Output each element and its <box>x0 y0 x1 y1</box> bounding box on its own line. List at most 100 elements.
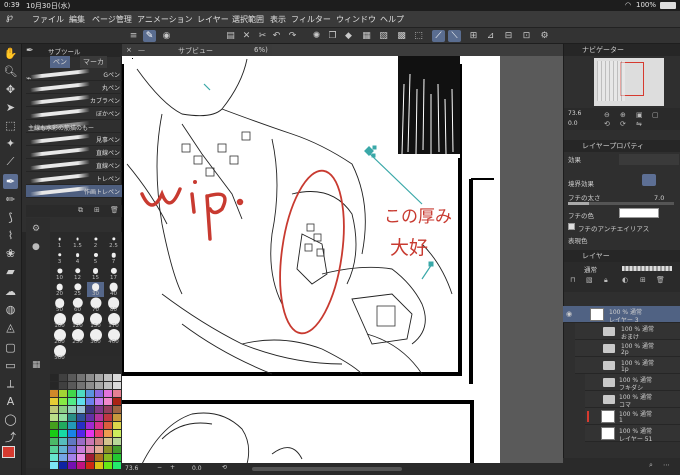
layer-row[interactable]: 100 % 通常 フキダシ <box>585 374 680 392</box>
color-swatch[interactable] <box>104 454 112 461</box>
pen-tool-icon[interactable]: ✒ <box>3 174 18 189</box>
color-swatch[interactable] <box>77 390 85 397</box>
flip-icon[interactable]: ⇋ <box>636 120 642 128</box>
canvas-area[interactable]: この厚み 大好 wip. <box>122 44 563 464</box>
symmetry-icon[interactable]: ⊟ <box>502 30 515 42</box>
layer-row[interactable]: 100 % 通常 1 <box>585 408 680 425</box>
brush-item[interactable]: カブラペン <box>26 94 122 107</box>
color-swatch[interactable] <box>50 422 58 429</box>
layers-icon[interactable]: ▤ <box>224 30 237 42</box>
color-swatch[interactable] <box>68 446 76 453</box>
tab-pen[interactable]: ペン <box>50 56 70 68</box>
brush-size-option[interactable]: 150 <box>87 313 104 329</box>
brush-item[interactable]: Gペン <box>26 68 122 81</box>
blend-mode-select[interactable]: 通常 <box>584 264 597 274</box>
color-swatch[interactable] <box>77 414 85 421</box>
color-swatch[interactable] <box>50 438 58 445</box>
color-swatch[interactable] <box>59 422 67 429</box>
color-swatch[interactable] <box>104 414 112 421</box>
eye-icon[interactable]: ◉ <box>566 310 572 318</box>
hamburger-icon[interactable]: ≡ <box>127 30 140 42</box>
color-swatch[interactable] <box>68 398 76 405</box>
brush-size-option[interactable]: 20 <box>51 282 68 297</box>
menu-help[interactable]: ヘルプ <box>380 14 404 25</box>
color-swatch[interactable] <box>104 382 112 389</box>
color-swatch[interactable] <box>86 390 94 397</box>
eraser-icon[interactable]: ▰ <box>3 264 18 279</box>
color-swatch[interactable] <box>95 430 103 437</box>
color-swatch[interactable] <box>77 438 85 445</box>
operation-icon[interactable]: ➤ <box>3 100 18 115</box>
menu-selection[interactable]: 選択範囲 <box>232 14 264 25</box>
zoom-in-icon[interactable]: + <box>170 464 175 471</box>
lock-icon[interactable]: 🔒︎ <box>604 276 608 285</box>
color-swatch[interactable] <box>104 398 112 405</box>
color-swatch[interactable] <box>59 382 67 389</box>
brush-size-option[interactable]: 250 <box>69 329 86 345</box>
add-subtool-icon[interactable]: ⊞ <box>94 206 100 214</box>
color-swatch[interactable] <box>68 406 76 413</box>
color-swatch[interactable] <box>50 390 58 397</box>
brush-size-option[interactable]: 60 <box>69 297 86 313</box>
color-swatch[interactable] <box>77 462 85 469</box>
color-swatch[interactable] <box>104 438 112 445</box>
color-swatch[interactable] <box>95 406 103 413</box>
spinner-icon[interactable]: ✺ <box>310 30 323 42</box>
hand-icon[interactable]: ✋ <box>3 46 18 61</box>
color-swatch[interactable] <box>95 374 103 381</box>
brush-item[interactable]: 主線も水彩の筋描のもー <box>26 120 122 133</box>
color-swatch[interactable] <box>104 446 112 453</box>
menu-layer[interactable]: レイヤー <box>197 14 229 25</box>
color-swatch[interactable] <box>50 382 58 389</box>
menu-filter[interactable]: フィルター <box>291 14 331 25</box>
color-swatch[interactable] <box>77 374 85 381</box>
layer-row[interactable]: 100 % 通常 レイヤー 51 <box>585 425 680 443</box>
cut-icon[interactable]: ✂ <box>256 30 269 42</box>
layer-row[interactable]: 100 % 通常 コマ <box>585 391 680 409</box>
color-swatch[interactable] <box>86 414 94 421</box>
color-swatch[interactable] <box>50 430 58 437</box>
menu-page[interactable]: ページ管理 <box>92 14 132 25</box>
color-swatch[interactable] <box>113 390 121 397</box>
rotate-icon[interactable]: ⟲ <box>222 464 227 471</box>
move-icon[interactable]: ✥ <box>3 82 18 97</box>
color-swatch[interactable] <box>86 406 94 413</box>
color-swatch[interactable] <box>104 374 112 381</box>
zoom-out-icon[interactable]: ⊖ <box>604 111 610 119</box>
deselect-icon[interactable]: ▧ <box>377 30 390 42</box>
new-layer-icon[interactable]: ⊞ <box>640 276 646 284</box>
brush-size-option[interactable]: 15 <box>87 266 104 281</box>
canvas-zoom[interactable]: 73.6 <box>125 465 138 472</box>
color-swatch[interactable] <box>77 454 85 461</box>
navigator-angle[interactable]: 0.0 <box>568 120 578 127</box>
brush-size-option[interactable]: 80 <box>105 297 122 313</box>
brush-size-option[interactable]: 300 <box>87 329 104 345</box>
brush-size-option[interactable]: 3 <box>51 250 68 265</box>
layer-row[interactable]: 100 % 通常 おまけ <box>575 323 680 341</box>
antialias-checkbox[interactable] <box>568 223 575 230</box>
blend-icon[interactable]: ☁ <box>3 284 18 299</box>
effect-buttons[interactable] <box>619 154 679 165</box>
transform-icon[interactable]: ⬚ <box>412 30 425 42</box>
tab-marker[interactable]: マーカ <box>80 56 107 68</box>
color-swatch[interactable] <box>113 414 121 421</box>
group-pen-icon[interactable]: ✒ <box>26 46 34 56</box>
color-swatch[interactable] <box>86 438 94 445</box>
color-swatch[interactable] <box>86 454 94 461</box>
color-swatch[interactable] <box>59 462 67 469</box>
frame-border-icon[interactable]: ▭ <box>3 358 18 373</box>
color-swatch[interactable] <box>104 430 112 437</box>
color-swatch[interactable] <box>59 406 67 413</box>
color-swatch[interactable] <box>77 422 85 429</box>
color-swatch[interactable] <box>59 438 67 445</box>
color-swatch[interactable] <box>95 462 103 469</box>
color-swatch[interactable] <box>113 422 121 429</box>
subview-tab[interactable]: × — サブビュー 6%) <box>124 45 274 56</box>
color-swatch[interactable] <box>86 398 94 405</box>
color-swatch[interactable] <box>86 382 94 389</box>
color-swatch[interactable] <box>95 422 103 429</box>
color-swatch[interactable] <box>95 454 103 461</box>
clip-icon[interactable]: ⊓ <box>570 276 575 284</box>
color-swatch[interactable] <box>59 454 67 461</box>
color-swatch[interactable] <box>113 374 121 381</box>
